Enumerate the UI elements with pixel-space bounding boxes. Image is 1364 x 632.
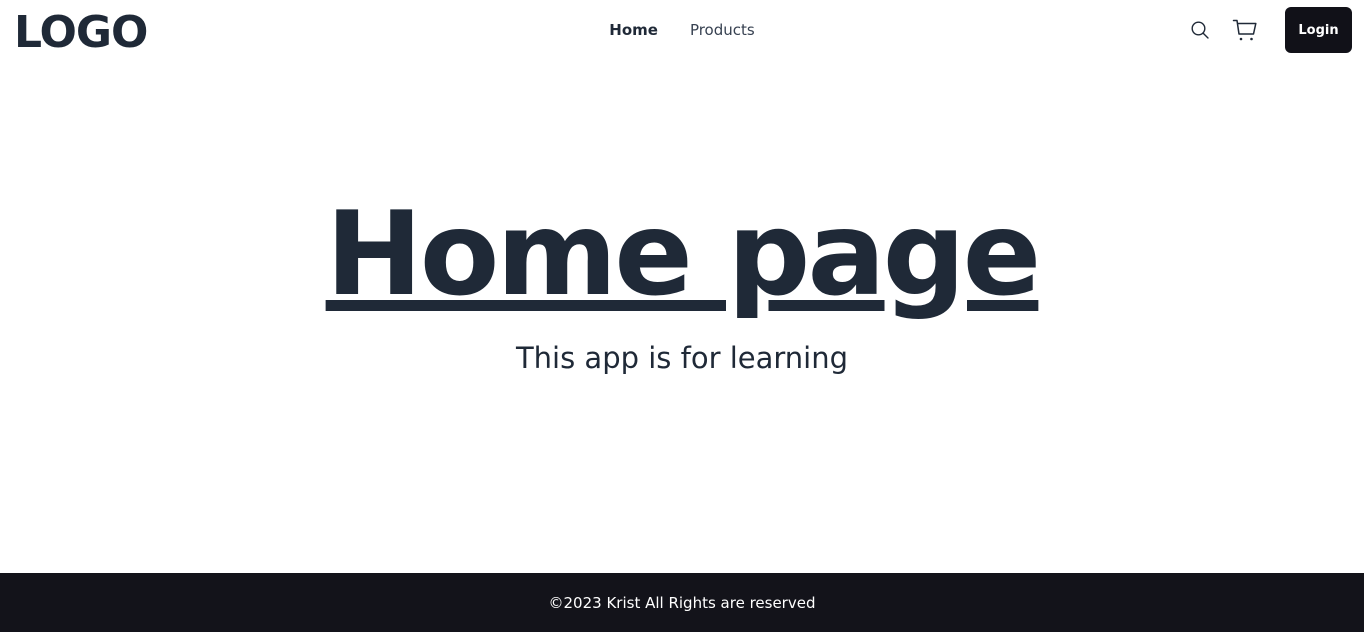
header-actions: Login	[1184, 7, 1352, 53]
login-button[interactable]: Login	[1285, 7, 1352, 53]
search-icon	[1191, 21, 1209, 39]
nav-home-link[interactable]: Home	[609, 20, 658, 40]
cart-button[interactable]	[1229, 14, 1261, 46]
cart-icon	[1232, 19, 1257, 41]
logo[interactable]: LOGO	[14, 8, 148, 58]
page-title: Home page	[325, 187, 1042, 322]
nav-products-link[interactable]: Products	[690, 20, 755, 40]
copyright-text: ©2023 Krist All Rights are reserved	[548, 593, 816, 612]
search-button[interactable]	[1184, 14, 1216, 46]
main-nav: Home Products	[0, 20, 1364, 40]
hero-section: Home page This app is for learning	[0, 175, 1364, 377]
site-header: LOGO Home Products Login	[0, 0, 1364, 62]
site-footer: ©2023 Krist All Rights are reserved	[0, 573, 1364, 632]
page-subtitle: This app is for learning	[515, 341, 849, 375]
page: LOGO Home Products Login Home page This …	[0, 0, 1364, 632]
